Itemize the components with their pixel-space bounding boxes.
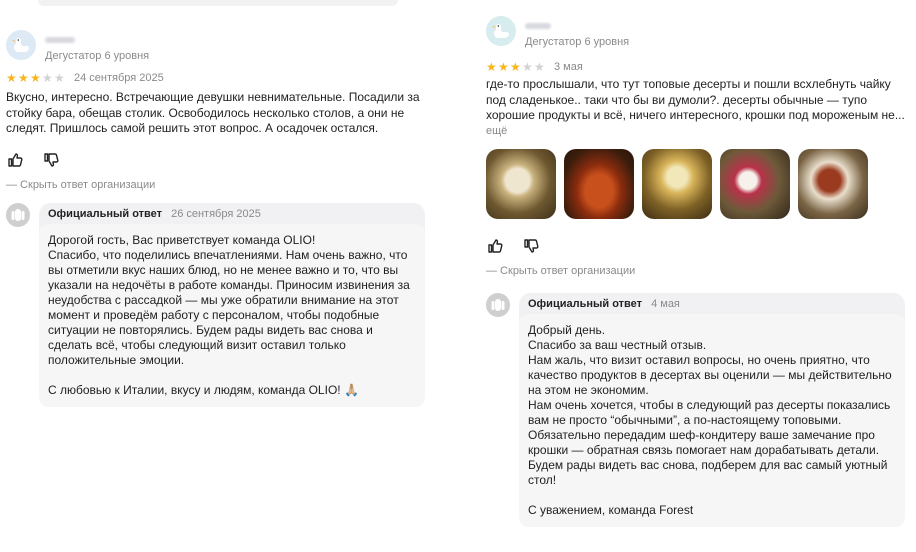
star-icon: ★ [42, 71, 53, 85]
dislike-thumb-down-icon[interactable] [522, 237, 540, 255]
author-level: Дегустатор 6 уровня [45, 50, 150, 62]
review-date: 3 мая [554, 61, 583, 73]
star-icon: ★ [498, 60, 509, 74]
show-more-link[interactable]: ещё [486, 125, 906, 137]
dessert-photo-4[interactable] [798, 148, 868, 219]
review-photos [486, 148, 906, 219]
review-card-right: Дегустатор 6 уровня ★ ★ ★ ★ ★ 3 мая где-… [486, 16, 906, 527]
like-thumb-up-icon[interactable] [6, 151, 24, 169]
official-answer-label: Официальный ответ [48, 207, 163, 220]
org-answer: Официальный ответ 4 мая Добрый день. Спа… [486, 292, 906, 527]
dessert-photo-2[interactable] [642, 148, 712, 219]
org-avatar-icon [486, 292, 510, 317]
star-icon: ★ [522, 60, 533, 74]
review-card-left: Дегустатор 6 уровня ★ ★ ★ ★ ★ 24 сентябр… [6, 30, 426, 407]
author-level: Дегустатор 6 уровня [525, 36, 630, 48]
answer-bubble: Добрый день. Спасибо за ваш честный отзы… [519, 313, 905, 527]
star-icon: ★ [6, 71, 17, 85]
answer-text: Дорогой гость, Вас приветствует команда … [48, 232, 410, 367]
review-author: Дегустатор 6 уровня [486, 16, 906, 48]
star-icon: ★ [54, 71, 65, 85]
official-answer-label: Официальный ответ [528, 297, 643, 310]
answer-signature: С любовью к Италии, вкусу и людям, коман… [48, 382, 359, 397]
like-thumb-up-icon[interactable] [486, 237, 504, 255]
author-name-redacted[interactable] [45, 37, 75, 43]
review-date: 24 сентября 2025 [74, 72, 164, 84]
answer-bubble: Дорогой гость, Вас приветствует команда … [39, 223, 425, 407]
star-icon: ★ [534, 60, 545, 74]
answer-text: Добрый день. Спасибо за ваш честный отзы… [528, 322, 892, 487]
review-text: Вкусно, интересно. Встречающие девушки н… [6, 90, 420, 135]
star-icon: ★ [486, 60, 497, 74]
previous-card-edge [38, 0, 398, 6]
dislike-thumb-down-icon[interactable] [42, 151, 60, 169]
hide-org-answer-link[interactable]: — Скрыть ответ организации [486, 265, 906, 277]
avatar-goose-icon[interactable] [6, 30, 36, 60]
avatar-goose-icon[interactable] [486, 16, 516, 46]
star-rating: ★ ★ ★ ★ ★ [6, 72, 66, 84]
answer-date: 4 мая [651, 297, 680, 310]
star-icon: ★ [18, 71, 29, 85]
tea-teapot-photo[interactable] [564, 148, 634, 219]
hide-org-answer-link[interactable]: — Скрыть ответ организации [6, 179, 426, 191]
dessert-photo-1[interactable] [486, 148, 556, 219]
review-text: где-то прослышали, что тут топовые десер… [486, 77, 905, 122]
star-icon: ★ [30, 71, 41, 85]
author-name-redacted[interactable] [525, 23, 551, 29]
star-rating: ★ ★ ★ ★ ★ [486, 61, 546, 73]
org-avatar-icon [6, 202, 30, 227]
org-answer: Официальный ответ 26 сентября 2025 Дорог… [6, 202, 426, 407]
answer-signature: С уважением, команда Forest [528, 502, 694, 517]
star-icon: ★ [510, 60, 521, 74]
answer-date: 26 сентября 2025 [171, 207, 261, 220]
dessert-photo-3[interactable] [720, 148, 790, 219]
review-author: Дегустатор 6 уровня [6, 30, 426, 62]
